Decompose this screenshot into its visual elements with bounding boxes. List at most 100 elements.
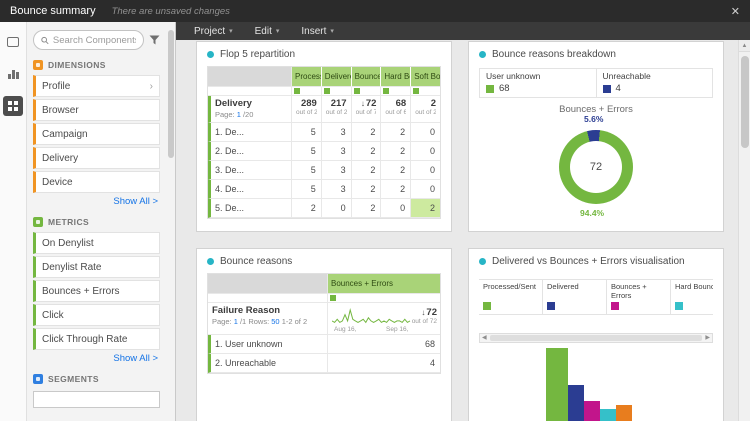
column-header[interactable]: Soft Bounces	[411, 67, 440, 87]
table-cell[interactable]: 0	[411, 161, 440, 180]
table-cell[interactable]: 0	[321, 199, 352, 218]
scroll-right-icon[interactable]: ▶	[705, 335, 710, 341]
row-label[interactable]: 4. De...	[208, 180, 292, 199]
table-cell[interactable]: 5	[292, 123, 322, 142]
column-header[interactable]: Delivered	[321, 67, 352, 87]
legend-item-unreachable[interactable]: Unreachable 4	[597, 69, 713, 97]
table-cell[interactable]: 3	[321, 123, 352, 142]
table-cell[interactable]: 68	[328, 335, 440, 354]
menu-insert[interactable]: Insert ▾	[301, 26, 334, 37]
pagination[interactable]: Page: 1 /20	[215, 110, 287, 119]
table-cell[interactable]: 3	[321, 161, 352, 180]
components-icon[interactable]	[3, 96, 23, 116]
row-label[interactable]: 2. Unreachable	[208, 354, 328, 373]
metrics-show-all[interactable]: Show All >	[33, 353, 158, 364]
sidebar-item-device[interactable]: Device	[33, 171, 160, 193]
sidebar-item-on-denylist[interactable]: On Denylist	[33, 232, 160, 254]
row-label[interactable]: 5. De...	[208, 199, 292, 218]
table-cell-selected[interactable]: 2	[411, 199, 440, 218]
sparkline-svg	[332, 308, 411, 324]
table-cell[interactable]: 4	[328, 354, 440, 373]
total-cell[interactable]: 68 out of 68	[381, 96, 412, 123]
legend-item[interactable]: Delivered	[543, 280, 607, 314]
total-cell[interactable]: 289 out of 289	[292, 96, 322, 123]
table-cell[interactable]: 0	[411, 123, 440, 142]
table-cell[interactable]: 2	[351, 123, 382, 142]
table-cell[interactable]: 3	[321, 180, 352, 199]
scroll-left-icon[interactable]: ◀	[482, 335, 487, 341]
sidebar-scrollbar[interactable]	[168, 30, 174, 158]
table-cell[interactable]: 0	[411, 180, 440, 199]
pagination[interactable]: Page: 1 /1 Rows: 50 1-2 of 2	[212, 317, 323, 326]
table-cell[interactable]: 2	[351, 180, 382, 199]
menu-edit[interactable]: Edit ▾	[255, 26, 280, 37]
sidebar-item-label: Campaign	[42, 128, 88, 140]
column-header[interactable]: Bounces	[351, 67, 382, 87]
vertical-scroll-thumb[interactable]	[741, 56, 749, 148]
table-cell[interactable]: 2	[381, 161, 412, 180]
horizontal-scroll-thumb[interactable]	[489, 335, 703, 341]
table-cell[interactable]: 2	[351, 142, 382, 161]
sidebar-item-denylist-rate[interactable]: Denylist Rate	[33, 256, 160, 278]
table-cell[interactable]: 3	[321, 142, 352, 161]
table-cell[interactable]: 2	[351, 199, 382, 218]
search-input[interactable]	[33, 30, 144, 50]
close-icon[interactable]: ✕	[731, 5, 740, 18]
table-cell[interactable]: 5	[292, 180, 322, 199]
column-header[interactable]: Processed/Sent	[292, 67, 322, 87]
bar-soft-bounces[interactable]	[616, 405, 632, 421]
bar-bounces-errors[interactable]	[584, 401, 600, 421]
table-cell[interactable]: 0	[411, 142, 440, 161]
row-label[interactable]: 2. De...	[208, 142, 292, 161]
row-label[interactable]: 3. De...	[208, 161, 292, 180]
table-cell[interactable]: 2	[381, 123, 412, 142]
sidebar-item-campaign[interactable]: Campaign	[33, 123, 160, 145]
table-cell[interactable]: 0	[381, 199, 412, 218]
row-label[interactable]: 1. User unknown	[208, 335, 328, 354]
legend-value: 68	[499, 83, 510, 94]
vertical-scrollbar[interactable]: ▲	[738, 40, 750, 421]
legend-item[interactable]: Bounces + Errors	[607, 280, 671, 314]
scroll-up-icon[interactable]: ▲	[739, 40, 750, 52]
horizontal-scrollbar[interactable]: ◀ ▶	[479, 333, 713, 343]
bar-delivered[interactable]	[568, 385, 584, 421]
table-cell[interactable]: 5	[292, 161, 322, 180]
column-header[interactable]: Bounces + Errors	[328, 274, 440, 294]
visualizations-icon[interactable]	[3, 64, 23, 84]
panels-icon[interactable]	[3, 32, 23, 52]
sidebar-item-label: Browser	[42, 104, 79, 116]
sidebar-item-browser[interactable]: Browser	[33, 99, 160, 121]
freeform-table: Bounces + Errors Failure Reason Page: 1 …	[207, 273, 441, 374]
total-cell[interactable]: 217 out of 217	[321, 96, 352, 123]
column-header[interactable]: Hard Bounces	[381, 67, 412, 87]
table-cell[interactable]: 2	[381, 142, 412, 161]
donut-chart[interactable]: 72	[559, 130, 633, 204]
row-header[interactable]: Delivery Page: 1 /20	[208, 96, 292, 123]
sidebar-item-click[interactable]: Click	[33, 304, 160, 326]
panel-bounce-reasons-breakdown: Bounce reasons breakdown User unknown 68…	[468, 41, 724, 232]
filter-icon[interactable]	[149, 35, 160, 45]
menu-project[interactable]: Project ▾	[194, 26, 233, 37]
panel-title: Flop 5 repartition	[220, 49, 296, 60]
table-cell[interactable]: 2	[351, 161, 382, 180]
table-cell[interactable]: 2	[381, 180, 412, 199]
sidebar-item-profile[interactable]: Profile ›	[33, 75, 160, 97]
segments-input[interactable]	[33, 391, 160, 408]
table-cell[interactable]: 2	[292, 199, 322, 218]
bar-hard-bounces[interactable]	[600, 409, 616, 421]
table-cell[interactable]: 5	[292, 142, 322, 161]
legend-item[interactable]: Hard Bounces	[671, 280, 713, 314]
row-header[interactable]: Failure Reason Page: 1 /1 Rows: 50 1-2 o…	[208, 303, 328, 335]
row-label[interactable]: 1. De...	[208, 123, 292, 142]
sidebar-body: DIMENSIONS Profile › Browser Campaign De…	[27, 22, 166, 421]
sidebar-item-click-through-rate[interactable]: Click Through Rate	[33, 328, 160, 350]
sidebar-item-delivery[interactable]: Delivery	[33, 147, 160, 169]
legend-item-user-unknown[interactable]: User unknown 68	[480, 69, 597, 97]
dimensions-show-all[interactable]: Show All >	[33, 196, 158, 207]
total-cell[interactable]: 2 out of 2	[411, 96, 440, 123]
bar-processed-sent[interactable]	[546, 348, 568, 421]
sidebar-item-bounces-errors[interactable]: Bounces + Errors	[33, 280, 160, 302]
legend-item[interactable]: Processed/Sent	[479, 280, 543, 314]
total-cell-sorted[interactable]: ↓72 out of 72	[351, 96, 382, 123]
legend-color-swatch	[547, 302, 555, 310]
